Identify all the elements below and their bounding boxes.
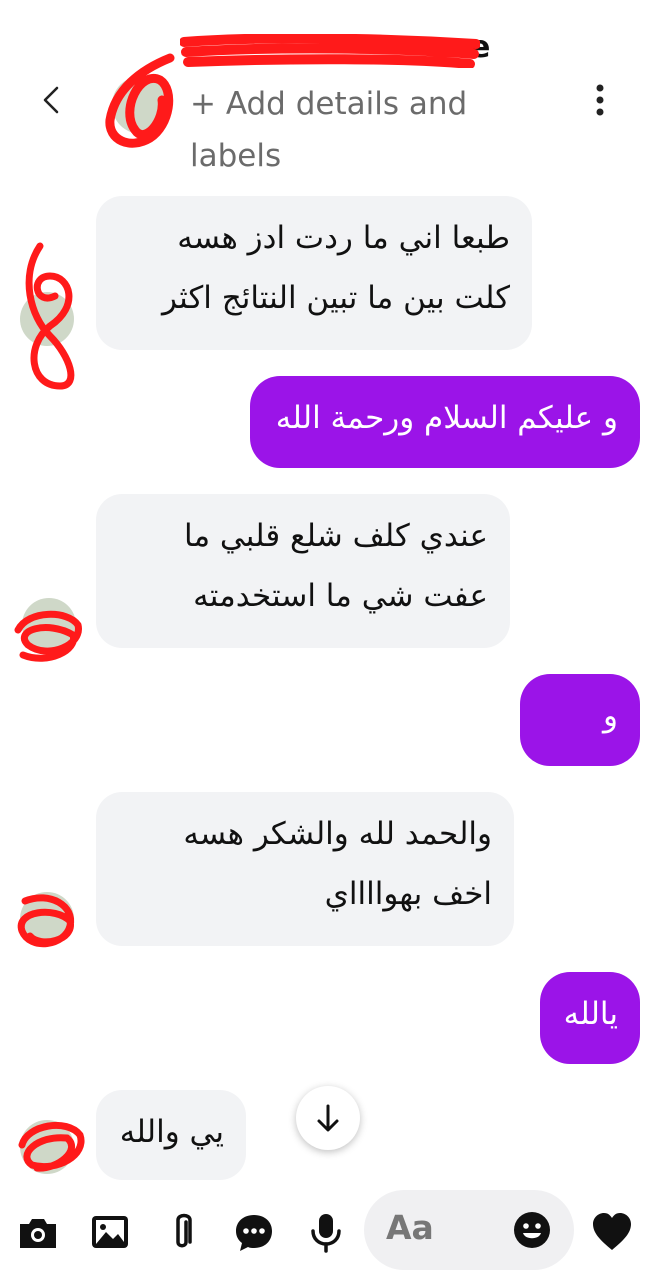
attachment-button[interactable] — [160, 1210, 204, 1254]
contact-avatar[interactable] — [112, 76, 170, 134]
arrow-down-icon — [317, 1104, 339, 1132]
message-outgoing[interactable]: يالله — [540, 972, 640, 1064]
message-incoming[interactable]: عندي كلف شلع قلبي ما عفت شي ما استخدمته — [96, 494, 510, 648]
gallery-icon — [92, 1216, 128, 1248]
message-input-placeholder: Aa — [386, 1208, 434, 1247]
sender-avatar[interactable] — [20, 892, 74, 946]
camera-button[interactable] — [16, 1210, 60, 1254]
more-vertical-icon — [596, 84, 604, 116]
sender-avatar[interactable] — [20, 1120, 74, 1174]
message-outgoing[interactable]: و عليكم السلام ورحمة الله — [250, 376, 640, 468]
sender-avatar[interactable] — [20, 292, 74, 346]
emoji-icon — [514, 1212, 550, 1248]
message-incoming[interactable]: والحمد لله والشكر هسه اخف بهوااااي — [96, 792, 514, 946]
chat-icon — [236, 1215, 272, 1251]
heart-icon — [593, 1213, 631, 1250]
microphone-icon — [311, 1214, 341, 1253]
gallery-button[interactable] — [88, 1210, 132, 1254]
message-incoming[interactable]: يي والله — [96, 1090, 246, 1180]
camera-icon — [20, 1219, 56, 1248]
chevron-left-icon — [43, 86, 59, 114]
chat-options-button[interactable] — [232, 1210, 276, 1254]
more-options-button[interactable] — [584, 80, 616, 120]
voice-message-button[interactable] — [304, 1210, 348, 1254]
back-button[interactable] — [30, 78, 74, 122]
sender-avatar[interactable] — [22, 598, 76, 652]
chat-header: e + Add details and labels — [0, 0, 655, 180]
message-outgoing[interactable]: و بشر — [520, 674, 640, 794]
message-input[interactable]: Aa — [364, 1190, 574, 1270]
emoji-button[interactable] — [512, 1210, 552, 1250]
like-button[interactable] — [590, 1210, 634, 1254]
message-incoming[interactable]: طبعا اني ما ردت ادز هسه كلت بين ما تبين … — [96, 196, 532, 350]
name-redaction-scribble — [180, 34, 480, 68]
scroll-to-bottom-button[interactable] — [296, 1086, 360, 1150]
attachment-icon — [176, 1213, 192, 1248]
add-details-link[interactable]: + Add details and labels — [190, 78, 510, 182]
